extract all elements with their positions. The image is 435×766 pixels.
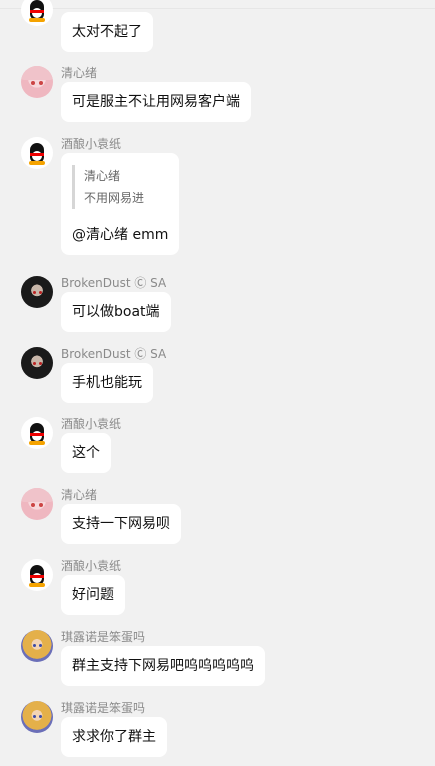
divider <box>0 8 435 9</box>
qq-penguin-avatar[interactable] <box>21 0 53 26</box>
sender-name: BrokenDust Ⓒ SA <box>61 276 167 290</box>
sender-name: 琪露诺是笨蛋吗 <box>61 630 146 644</box>
message-bubble[interactable]: 这个 <box>61 433 111 473</box>
sender-name: 酒酿小袁纸 <box>61 137 122 151</box>
qq-penguin-avatar[interactable] <box>21 417 53 449</box>
message-bubble[interactable]: 求求你了群主 <box>61 717 167 757</box>
message-bubble[interactable]: 可是服主不让用网易客户端 <box>61 82 251 122</box>
anime-blonde-avatar[interactable] <box>21 630 53 662</box>
sender-name: 酒酿小袁纸 <box>61 559 122 573</box>
message-text: @清心绪 emm <box>72 227 169 243</box>
message-bubble[interactable]: 清心绪不用网易进 @清心绪 emm <box>61 153 180 255</box>
quoted-message[interactable]: 清心绪不用网易进 <box>72 165 144 209</box>
message-bubble[interactable]: 群主支持下网易吧呜呜呜呜呜 <box>61 646 265 686</box>
sender-name: 酒酿小袁纸 <box>61 417 122 431</box>
anime-dark-hair-avatar[interactable] <box>21 347 53 379</box>
quoted-text: 不用网易进 <box>84 191 145 205</box>
message-bubble[interactable]: 支持一下网易呗 <box>61 504 181 544</box>
qq-penguin-avatar[interactable] <box>21 559 53 591</box>
qq-penguin-avatar[interactable] <box>21 137 53 169</box>
sender-name: 琪露诺是笨蛋吗 <box>61 701 146 715</box>
anime-pink-hair-avatar[interactable] <box>21 66 53 98</box>
sender-name: 清心绪 <box>61 488 98 502</box>
message-bubble[interactable]: 手机也能玩 <box>61 363 153 403</box>
message-bubble[interactable]: 太对不起了 <box>61 12 153 52</box>
sender-name: 清心绪 <box>61 66 98 80</box>
anime-blonde-avatar[interactable] <box>21 701 53 733</box>
quoted-author: 清心绪 <box>84 169 121 183</box>
anime-pink-hair-avatar[interactable] <box>21 488 53 520</box>
message-bubble[interactable]: 可以做boat端 <box>61 292 171 332</box>
sender-name: BrokenDust Ⓒ SA <box>61 347 167 361</box>
chat-message-list[interactable]: 太对不起了 清心绪 可是服主不让用网易客户端 酒酿小袁纸 清心绪不用网易进 @清… <box>0 0 435 766</box>
message-bubble[interactable]: 好问题 <box>61 575 125 615</box>
anime-dark-hair-avatar[interactable] <box>21 276 53 308</box>
